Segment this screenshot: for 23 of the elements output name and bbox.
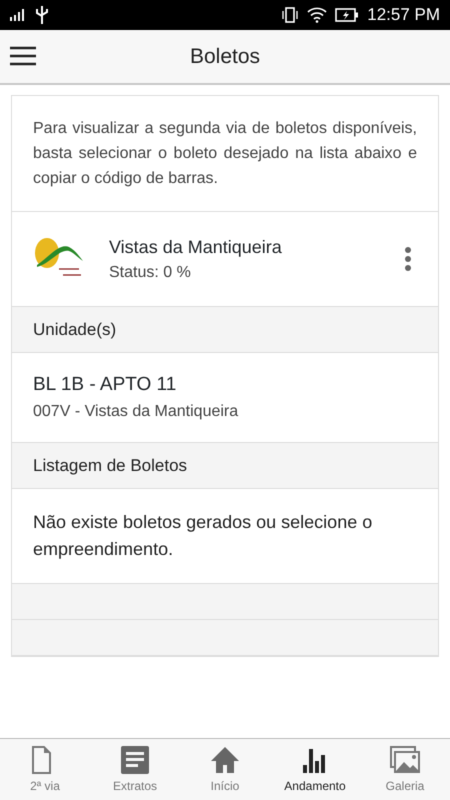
clock-time: 12:57 PM bbox=[367, 4, 440, 26]
usb-icon bbox=[36, 6, 48, 24]
tab[interactable]: Andamento bbox=[270, 739, 360, 800]
project-name: Vistas da Mantiqueira bbox=[109, 236, 283, 259]
home-icon bbox=[210, 745, 240, 775]
section-header: Listagem de Boletos bbox=[12, 442, 438, 488]
tab[interactable]: Galeria bbox=[360, 739, 450, 800]
more-icon bbox=[404, 246, 412, 272]
section-header: Unidade(s) bbox=[12, 307, 438, 353]
wifi-icon bbox=[307, 7, 328, 23]
gallery-icon bbox=[390, 745, 420, 775]
project-status: Status: 0 % bbox=[109, 262, 192, 282]
tab[interactable]: Início bbox=[180, 739, 270, 800]
list-icon bbox=[120, 745, 150, 775]
intro-text: Para visualizar a segunda via de boletos disponíveis, basta selecionar o boleto desejado na lista abaixo e copiar o código de barras. bbox=[12, 96, 438, 212]
menu-button[interactable] bbox=[10, 44, 36, 68]
tab[interactable]: 2ª via bbox=[0, 739, 90, 800]
unit-title: BL 1B - APTO 11 bbox=[33, 374, 176, 395]
unit-subtitle: 007V - Vistas da Mantiqueira bbox=[33, 402, 238, 420]
battery-icon bbox=[335, 8, 360, 22]
tab[interactable]: Extratos bbox=[90, 739, 180, 800]
page-title: Boletos bbox=[190, 44, 260, 70]
vibrate-icon bbox=[281, 6, 300, 24]
